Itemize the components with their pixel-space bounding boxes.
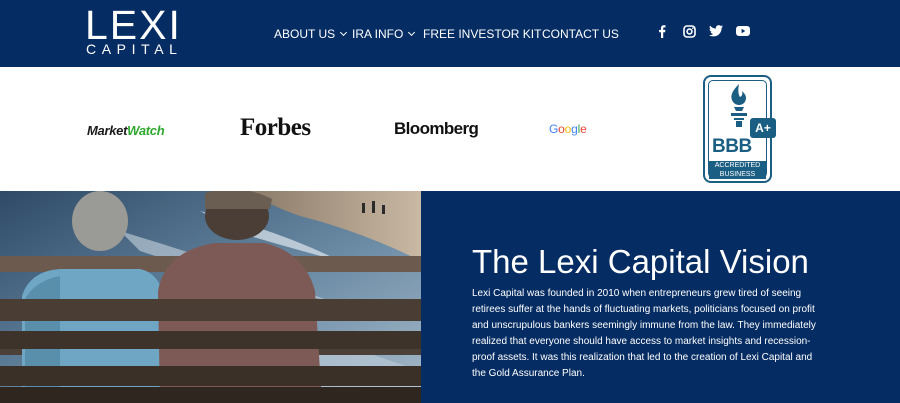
bbb-accredited-badge[interactable]: BBB A+ ACCREDITED BUSINESS xyxy=(703,75,776,183)
retirees-on-bench-image xyxy=(0,191,421,403)
marketwatch-logo-part1: Market xyxy=(87,123,128,138)
vision-body-text: Lexi Capital was founded in 2010 when en… xyxy=(472,288,816,379)
instagram-icon[interactable] xyxy=(682,24,696,38)
chevron-down-icon xyxy=(340,28,348,37)
lexi-capital-logo[interactable]: LEXI CAPITAL xyxy=(85,3,180,58)
bbb-band-line1: ACCREDITED xyxy=(714,162,761,169)
logo-sub-text: CAPITAL xyxy=(86,41,183,57)
google-letter: G xyxy=(549,122,559,136)
nav-contact-us-label: CONTACT US xyxy=(542,27,619,41)
google-logo: Google xyxy=(549,122,587,136)
vision-title: The Lexi Capital Vision xyxy=(472,243,809,280)
bbb-letters: BBB xyxy=(712,136,752,157)
marketwatch-logo-part2: Watch xyxy=(127,123,165,138)
forbes-logo: Forbes xyxy=(240,114,311,141)
retirees-beach-photo xyxy=(0,191,421,403)
chevron-down-icon xyxy=(408,28,416,37)
nav-ira-info-label: IRA INFO xyxy=(352,27,404,41)
google-letter: e xyxy=(580,122,587,136)
bloomberg-logo: Bloomberg xyxy=(394,119,479,138)
nav-free-investor-kit[interactable]: FREE INVESTOR KIT xyxy=(423,26,541,42)
nav-free-investor-kit-label: FREE INVESTOR KIT xyxy=(423,27,542,41)
facebook-icon[interactable] xyxy=(655,24,669,38)
nav-ira-info[interactable]: IRA INFO xyxy=(352,26,416,42)
marketwatch-logo: MarketWatch xyxy=(87,123,165,139)
youtube-icon[interactable] xyxy=(736,24,750,38)
nav-about-us[interactable]: ABOUT US xyxy=(274,26,348,42)
twitter-icon[interactable] xyxy=(709,24,723,38)
site-header: LEXI CAPITAL ABOUT US IRA INFO FREE INVE… xyxy=(0,0,900,67)
bbb-band-line2: BUSINESS xyxy=(719,170,756,178)
bbb-accredited-band: ACCREDITED BUSINESS xyxy=(709,161,766,179)
bbb-rating-badge: A+ xyxy=(750,118,776,138)
nav-about-us-label: ABOUT US xyxy=(274,27,336,41)
press-logos-strip: MarketWatch Forbes Bloomberg Google BBB … xyxy=(0,67,900,191)
nav-contact-us[interactable]: CONTACT US xyxy=(542,26,619,42)
